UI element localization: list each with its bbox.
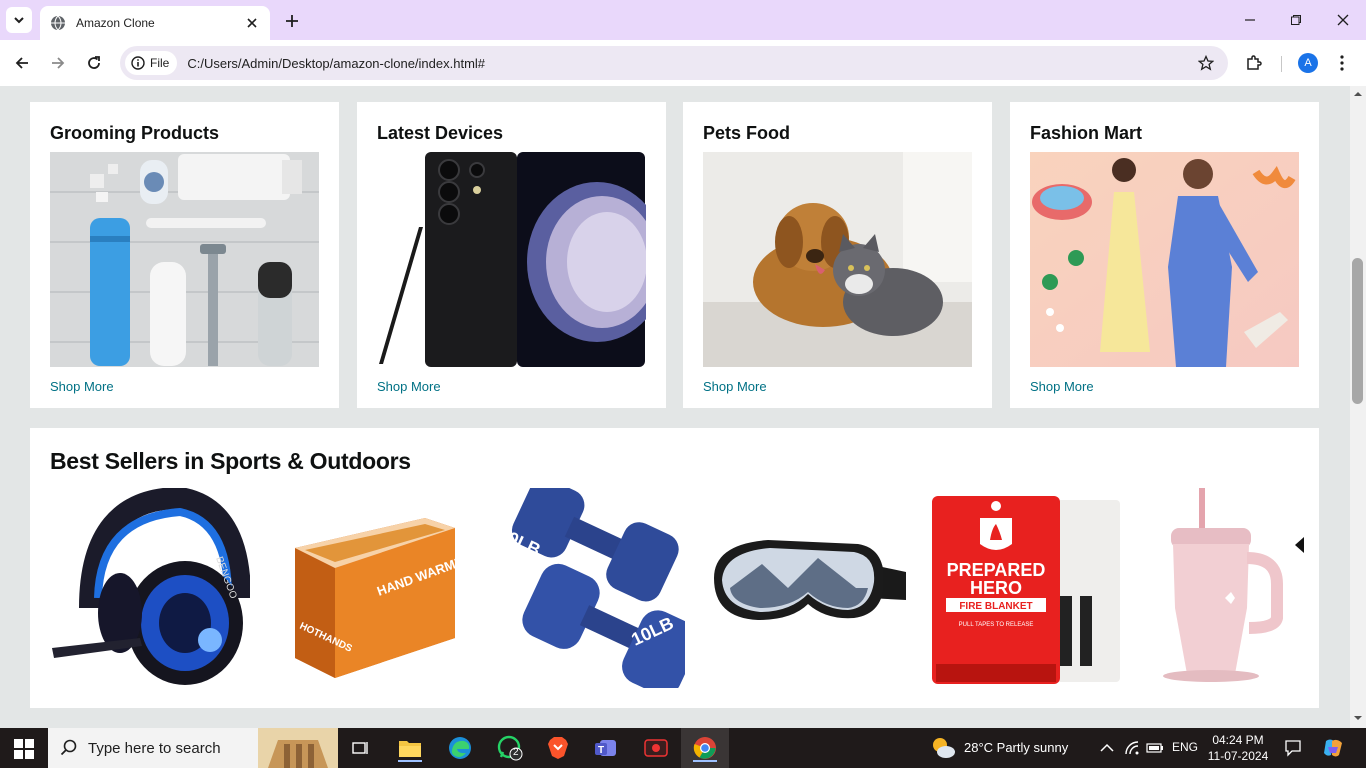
card-title: Fashion Mart [1030, 123, 1143, 143]
language-indicator[interactable]: ENG [1172, 740, 1198, 754]
product-tumbler[interactable] [1135, 488, 1335, 688]
whatsapp-icon[interactable]: 2 [496, 734, 524, 762]
active-indicator [398, 760, 422, 762]
chevron-up-icon[interactable] [1100, 742, 1114, 754]
carousel-prev-arrow-icon[interactable] [1292, 533, 1308, 557]
scroll-down-arrow-icon[interactable] [1354, 714, 1362, 722]
weather-partly-sunny-icon[interactable] [930, 736, 956, 760]
whatsapp-badge: 2 [513, 747, 519, 758]
restore-icon[interactable] [1288, 12, 1304, 28]
latest-devices-image[interactable] [377, 152, 646, 367]
product-fire-blanket[interactable]: PREPARED HERO FIRE BLANKET PULL TAPES TO… [930, 488, 1130, 688]
shop-more-link[interactable]: Shop More [50, 379, 319, 394]
weather-text[interactable]: 28°C Partly sunny [964, 740, 1068, 755]
taskbar-search-box[interactable]: Type here to search [48, 728, 338, 768]
browser-toolbar: File C:/Users/Admin/Desktop/amazon-clone… [0, 40, 1366, 86]
category-card-fashion: Fashion Mart Shop More [1010, 102, 1319, 408]
product-gaming-headset[interactable]: BENGOO [50, 488, 250, 688]
product-ski-goggles[interactable] [708, 488, 908, 688]
url-text[interactable]: C:/Users/Admin/Desktop/amazon-clone/inde… [187, 56, 1196, 71]
extensions-puzzle-icon[interactable] [1244, 53, 1264, 73]
windows-taskbar: Type here to search 2 T 28°C Partly sunn… [0, 728, 1366, 768]
card-title: Grooming Products [50, 123, 220, 143]
search-highlight-image [258, 728, 338, 768]
fire-blanket-brand-line1: PREPARED [947, 560, 1046, 580]
reload-icon[interactable] [84, 53, 104, 73]
category-card-devices: Latest Devices Shop More [357, 102, 666, 408]
bookmark-star-icon[interactable] [1196, 53, 1216, 73]
card-title: Pets Food [703, 123, 791, 143]
close-tab-icon[interactable] [244, 15, 260, 31]
page-viewport: Grooming Products Shop More Latest Devic… [0, 86, 1350, 728]
battery-icon[interactable] [1146, 742, 1164, 754]
teams-icon[interactable]: T [593, 734, 621, 762]
svg-text:T: T [598, 745, 604, 756]
product-dumbbells[interactable]: 10LB 10LB [485, 488, 685, 688]
globe-icon [51, 15, 65, 31]
tab-search-button[interactable] [6, 7, 32, 33]
fire-blanket-label: FIRE BLANKET [959, 601, 1032, 612]
browser-tab-strip: Amazon Clone [0, 0, 1366, 40]
fashion-mart-image[interactable] [1030, 152, 1299, 367]
active-indicator [693, 760, 717, 762]
shop-more-link[interactable]: Shop More [377, 379, 646, 394]
minimize-icon[interactable] [1242, 12, 1258, 28]
notification-icon[interactable] [1284, 739, 1302, 757]
info-icon [131, 56, 145, 70]
shop-more-link[interactable]: Shop More [703, 379, 972, 394]
screen-recorder-icon[interactable] [642, 734, 670, 762]
profile-avatar[interactable]: A [1298, 53, 1318, 73]
category-card-pets: Pets Food Shop More [683, 102, 992, 408]
scroll-up-arrow-icon[interactable] [1354, 90, 1362, 98]
kebab-menu-icon[interactable] [1336, 53, 1348, 73]
best-sellers-section: Best Sellers in Sports & Outdoors BENGOO… [30, 428, 1319, 708]
scroll-thumb[interactable] [1352, 258, 1363, 404]
back-arrow-icon[interactable] [12, 53, 32, 73]
system-clock[interactable]: 04:24 PM 11-07-2024 [1203, 732, 1273, 764]
tab-title: Amazon Clone [76, 16, 155, 30]
edge-browser-icon[interactable] [446, 734, 474, 762]
new-tab-plus-icon[interactable] [282, 11, 302, 31]
file-explorer-icon[interactable] [396, 734, 424, 762]
search-placeholder: Type here to search [88, 739, 221, 757]
toolbar-divider [1281, 56, 1282, 72]
forward-arrow-icon[interactable] [48, 53, 68, 73]
clock-time: 04:24 PM [1212, 733, 1264, 747]
windows-start-icon[interactable] [14, 739, 34, 759]
chevron-down-icon [14, 17, 24, 24]
shop-more-link[interactable]: Shop More [1030, 379, 1299, 394]
file-chip-label: File [150, 56, 170, 70]
brave-browser-icon[interactable] [544, 734, 572, 762]
page-scrollbar[interactable] [1350, 86, 1366, 728]
card-title: Latest Devices [377, 123, 504, 143]
fire-blanket-instructions: PULL TAPES TO RELEASE [959, 622, 1034, 628]
chrome-icon[interactable] [691, 734, 719, 762]
grooming-products-image[interactable] [50, 152, 319, 367]
fire-blanket-brand-line2: HERO [970, 578, 1022, 598]
task-view-icon[interactable] [346, 734, 374, 762]
browser-tab[interactable]: Amazon Clone [40, 6, 270, 40]
category-card-grooming: Grooming Products Shop More [30, 102, 339, 408]
product-hand-warmers[interactable]: HAND WARMERS HOTHANDS [275, 488, 475, 688]
wifi-icon[interactable] [1124, 740, 1140, 756]
pets-food-image[interactable] [703, 152, 972, 367]
address-bar[interactable]: File C:/Users/Admin/Desktop/amazon-clone… [120, 46, 1228, 80]
section-title: Best Sellers in Sports & Outdoors [50, 448, 411, 474]
clock-date: 11-07-2024 [1207, 749, 1269, 763]
site-info-chip[interactable]: File [125, 51, 178, 75]
search-icon [60, 739, 77, 756]
copilot-icon[interactable] [1322, 737, 1344, 759]
close-window-icon[interactable] [1335, 12, 1351, 28]
